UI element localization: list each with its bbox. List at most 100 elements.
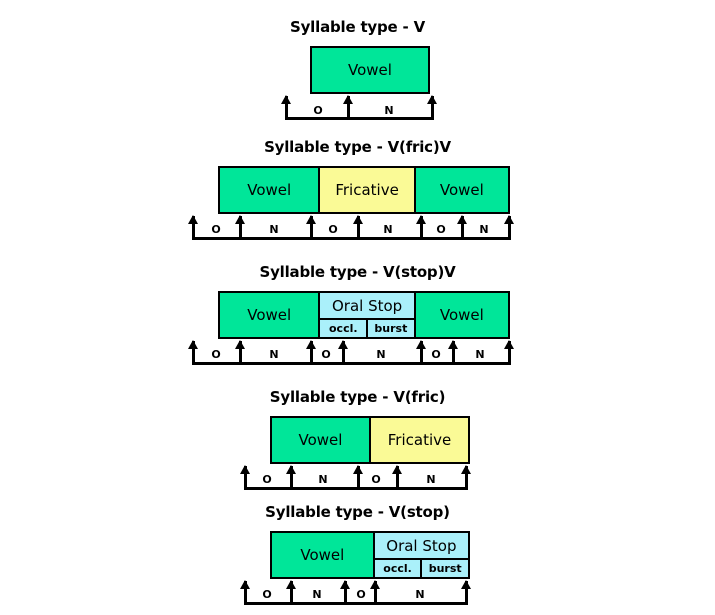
tier-bracket: O N O N O N xyxy=(188,339,517,365)
tier-arrow xyxy=(306,215,316,240)
arrow-head-icon xyxy=(188,215,198,224)
arrow-head-icon xyxy=(306,215,316,224)
tier-arrow xyxy=(188,215,198,240)
tier-label-onset: O xyxy=(328,223,338,236)
segment-row: Vowel xyxy=(310,46,430,94)
tier-arrow xyxy=(461,580,471,605)
sub-segment-burst: burst xyxy=(428,562,462,575)
segment-vowel-2: Vowel xyxy=(415,293,509,337)
oral-stop-subrow: occl. burst xyxy=(320,320,413,337)
tier-label-onset: O xyxy=(313,104,323,117)
tier-arrow xyxy=(338,340,348,365)
tier-arrow xyxy=(416,215,426,240)
arrow-head-icon xyxy=(286,580,296,589)
tier-bracket: O N xyxy=(281,94,455,120)
segment-oral-stop: Oral Stop occl. burst xyxy=(320,293,416,337)
panel-syllable-type-v: Syllable type - V Vowel O N xyxy=(185,10,530,120)
oral-stop-subrow: occl. burst xyxy=(375,560,468,577)
tier-baseline xyxy=(244,487,468,490)
segment-vowel: Vowel xyxy=(312,48,428,92)
arrow-head-icon xyxy=(286,465,296,474)
tier-label-nucleus: N xyxy=(383,223,393,236)
panel-title: Syllable type - V(fric) xyxy=(269,388,446,406)
tier-bracket: O N O N O N xyxy=(188,214,517,240)
tier-label-nucleus: N xyxy=(475,348,485,361)
segment-row: Vowel Fricative Vowel xyxy=(218,166,510,214)
tier-bracket: O N O N xyxy=(240,579,474,605)
segment-label: Vowel xyxy=(348,61,392,79)
arrow-head-icon xyxy=(461,580,471,589)
arrow-head-icon xyxy=(504,215,514,224)
tier-label-nucleus: N xyxy=(312,588,322,601)
tier-label-onset: O xyxy=(321,348,331,361)
tier-label-onset: O xyxy=(431,348,441,361)
tier-label-nucleus: N xyxy=(384,104,394,117)
segment-row: Vowel Oral Stop occl. burst Vowel xyxy=(218,291,510,339)
panel-syllable-type-v-stop-v: Syllable type - V(stop)V Vowel Oral Stop… xyxy=(185,255,530,367)
tier-label-nucleus: N xyxy=(269,223,279,236)
tier-arrow xyxy=(240,580,250,605)
segment-label: Oral Stop xyxy=(374,533,468,560)
arrow-head-icon xyxy=(353,215,363,224)
arrow-head-icon xyxy=(240,465,250,474)
arrow-head-icon xyxy=(427,95,437,104)
tier-arrow xyxy=(392,465,402,490)
tier-arrow xyxy=(353,465,363,490)
segment-row: Vowel Fricative xyxy=(270,416,470,464)
tier-arrow xyxy=(240,465,250,490)
segment-vowel: Vowel xyxy=(272,418,371,462)
arrow-head-icon xyxy=(240,580,250,589)
segment-vowel: Vowel xyxy=(272,533,375,577)
arrow-head-icon xyxy=(392,465,402,474)
tier-arrow xyxy=(281,95,291,120)
arrow-head-icon xyxy=(504,340,514,349)
tier-bracket: O N O N xyxy=(240,464,474,490)
tier-arrow xyxy=(188,340,198,365)
tier-arrow xyxy=(353,215,363,240)
segment-vowel-1: Vowel xyxy=(220,293,321,337)
arrow-head-icon xyxy=(235,340,245,349)
sub-segment-occlusion: occl. xyxy=(320,320,369,337)
panel-title: Syllable type - V(stop) xyxy=(265,503,450,521)
sub-segment-burst: burst xyxy=(374,322,408,335)
panel-title: Syllable type - V(fric)V xyxy=(264,138,451,156)
tier-label-onset: O xyxy=(262,473,272,486)
tier-arrow xyxy=(286,580,296,605)
panel-syllable-type-v-fric-v: Syllable type - V(fric)V Vowel Fricative… xyxy=(185,130,530,240)
tier-label-onset: O xyxy=(211,223,221,236)
syllable-type-figure: Syllable type - V Vowel O N Syllable typ… xyxy=(0,0,715,615)
segment-row: Vowel Oral Stop occl. burst xyxy=(270,531,470,579)
segment-oral-stop: Oral Stop occl. burst xyxy=(374,533,468,577)
segment-fricative: Fricative xyxy=(371,418,468,462)
tier-label-nucleus: N xyxy=(269,348,279,361)
segment-label: Oral Stop xyxy=(320,293,414,320)
arrow-head-icon xyxy=(416,215,426,224)
tier-label-onset: O xyxy=(356,588,366,601)
segment-label: Vowel xyxy=(298,431,343,449)
tier-arrow xyxy=(343,95,353,120)
tier-label-nucleus: N xyxy=(479,223,489,236)
segment-label: Vowel xyxy=(439,181,484,199)
arrow-head-icon xyxy=(188,340,198,349)
panel-syllable-type-v-fric: Syllable type - V(fric) Vowel Fricative … xyxy=(185,380,530,490)
segment-vowel-2: Vowel xyxy=(415,168,509,212)
tier-label-nucleus: N xyxy=(415,588,425,601)
panel-syllable-type-v-stop: Syllable type - V(stop) Vowel Oral Stop … xyxy=(185,495,530,607)
tier-arrow xyxy=(461,465,471,490)
tier-arrow xyxy=(504,215,514,240)
tier-label-nucleus: N xyxy=(426,473,436,486)
segment-fricative: Fricative xyxy=(320,168,416,212)
tier-label-nucleus: N xyxy=(318,473,328,486)
segment-label: Vowel xyxy=(247,181,292,199)
tier-baseline xyxy=(244,602,468,605)
panel-title: Syllable type - V xyxy=(290,18,425,36)
segment-label: Fricative xyxy=(387,431,452,449)
tier-arrow xyxy=(427,95,437,120)
arrow-head-icon xyxy=(461,465,471,474)
segment-label: Vowel xyxy=(439,306,484,324)
tier-arrow xyxy=(235,215,245,240)
tier-arrow xyxy=(235,340,245,365)
segment-label: Vowel xyxy=(247,306,292,324)
tier-label-onset: O xyxy=(262,588,272,601)
arrow-head-icon xyxy=(343,95,353,104)
